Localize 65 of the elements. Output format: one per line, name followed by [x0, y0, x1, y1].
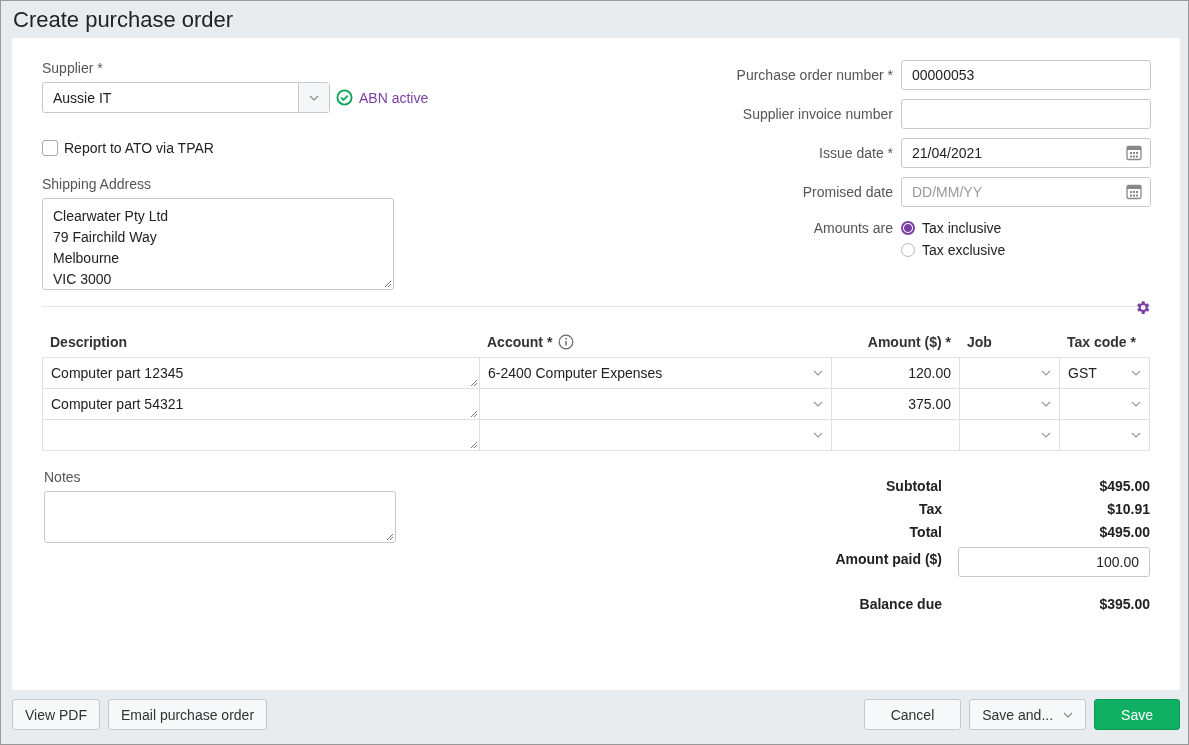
field-label: Purchase order number * [736, 67, 893, 83]
description-cell[interactable]: Computer part 12345 [42, 357, 480, 389]
field-label: Supplier * [42, 60, 104, 76]
supplier-select[interactable]: Aussie IT [42, 82, 330, 113]
chevron-down-icon [1131, 401, 1141, 407]
text-field[interactable]: 00000053 [901, 60, 1151, 90]
description-cell[interactable]: Computer part 54321 [42, 388, 480, 420]
total-label: Tax [917, 501, 942, 517]
footer-button[interactable]: Cancel [863, 699, 962, 730]
field-label: Supplier invoice number [742, 106, 893, 122]
description-cell[interactable] [42, 419, 480, 451]
date-field[interactable]: 21/04/2021 [901, 138, 1151, 168]
amount-paid-field[interactable]: 100.00 [958, 547, 1150, 577]
column-header: Description [50, 334, 127, 350]
page-title: Create purchase order [12, 6, 235, 34]
tax-code-select[interactable] [1059, 419, 1150, 451]
resize-grip-icon[interactable] [469, 409, 478, 418]
chevron-down-icon [1041, 401, 1051, 407]
settings-icon[interactable] [1134, 299, 1151, 316]
field-label: Promised date [802, 184, 893, 200]
resize-grip-icon[interactable] [469, 378, 478, 387]
radio-label: Tax exclusive [922, 242, 1006, 258]
chevron-down-icon [813, 370, 823, 376]
address-field[interactable]: Clearwater Pty Ltd 79 Fairchild Way Melbourne VIC 3000 [42, 198, 394, 290]
text-field[interactable] [901, 99, 1151, 129]
tax-code-select[interactable]: GST [1059, 357, 1150, 389]
resize-grip-icon[interactable] [469, 440, 478, 449]
chevron-down-icon [1131, 432, 1141, 438]
calendar-icon [1126, 184, 1142, 200]
column-header: Tax code * [1067, 334, 1136, 350]
field-label: Amounts are [813, 220, 893, 236]
resize-grip-icon[interactable] [385, 532, 394, 541]
footer-button[interactable]: View PDF [12, 699, 100, 730]
total-value: $395.00 [1098, 596, 1150, 612]
chevron-down-icon [813, 432, 823, 438]
chevron-down-icon [813, 401, 823, 407]
footer-button[interactable]: Email purchase order [108, 699, 268, 730]
chevron-down-icon [1131, 370, 1141, 376]
checkbox-label: Report to ATO via TPAR [64, 140, 214, 156]
radio-label: Tax inclusive [922, 220, 1002, 236]
field-label: Issue date * [819, 145, 893, 161]
notes-field[interactable] [44, 491, 396, 543]
footer-button[interactable]: Save and... [969, 699, 1087, 730]
chevron-down-icon [1063, 711, 1074, 718]
calendar-icon [1126, 145, 1142, 161]
total-label: Amount paid ($) [835, 550, 942, 567]
field-label: Notes [44, 469, 82, 485]
column-header: Amount ($) * [867, 334, 951, 350]
total-label: Subtotal [885, 478, 942, 494]
checkbox[interactable] [42, 140, 58, 156]
total-label: Balance due [858, 596, 942, 612]
total-value: $495.00 [1098, 524, 1150, 540]
total-label: Total [908, 524, 942, 540]
resize-grip-icon[interactable] [383, 279, 392, 288]
column-header: Job [967, 334, 992, 350]
total-value: $10.91 [1106, 501, 1150, 517]
abn-status: ABN active [359, 89, 429, 106]
radio-button[interactable] [901, 221, 915, 235]
total-value: $495.00 [1098, 478, 1150, 494]
chevron-down-icon [309, 94, 319, 101]
check-circle-icon [336, 89, 353, 106]
chevron-down-icon [1041, 432, 1051, 438]
chevron-down-icon [1041, 370, 1051, 376]
field-label: Shipping Address [42, 176, 152, 192]
column-header: Account * [487, 334, 553, 350]
